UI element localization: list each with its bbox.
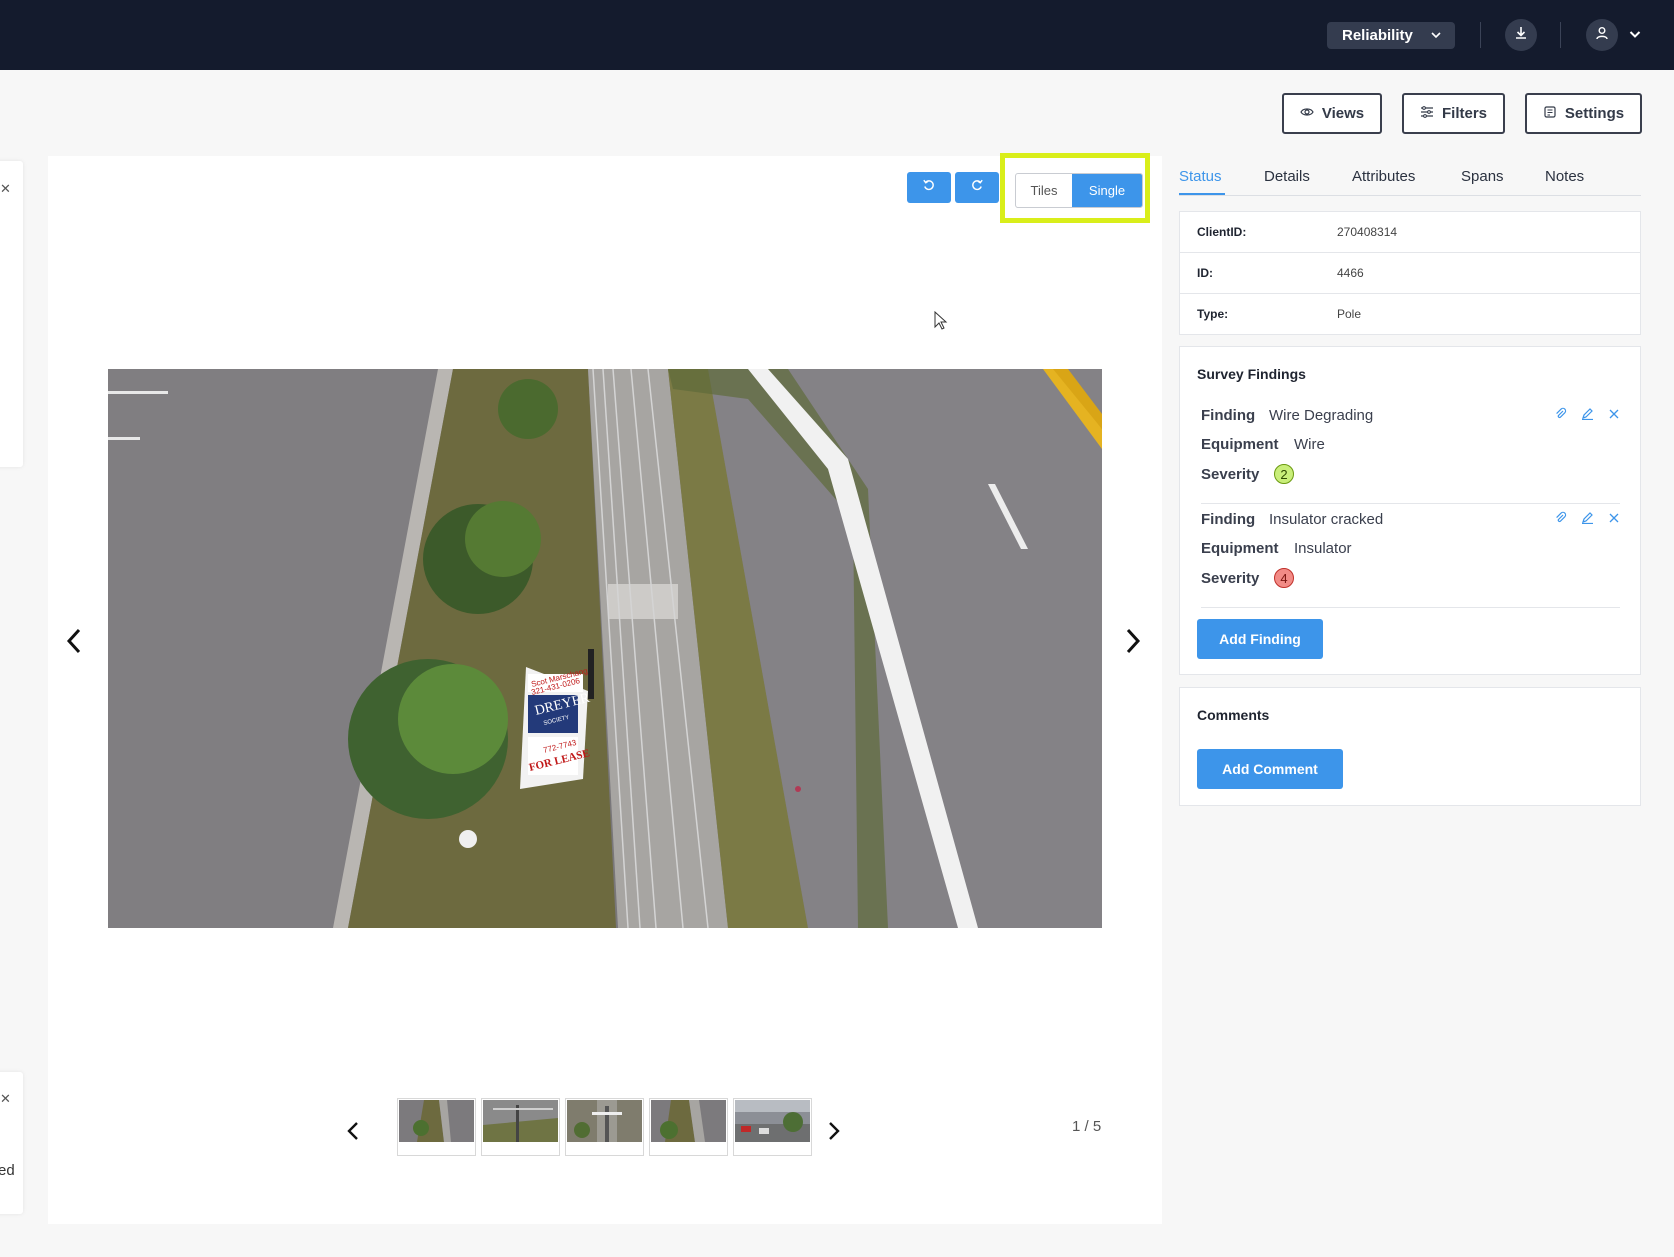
- rotate-left-button[interactable]: [907, 172, 951, 203]
- views-label: Views: [1321, 105, 1365, 122]
- thumbnail-next-arrow-icon[interactable]: [827, 1120, 841, 1147]
- rotate-right-icon: [970, 178, 984, 197]
- image-viewer: Tiles Single Scot Marschang 321-431-0206…: [48, 153, 1162, 1224]
- attachment-icon[interactable]: [1554, 407, 1567, 425]
- add-comment-button[interactable]: Add Comment: [1197, 749, 1343, 789]
- view-toggle-highlight: Tiles Single: [1000, 153, 1150, 223]
- delete-icon[interactable]: [1608, 511, 1620, 529]
- finding-item: Finding Insulator cracked Equipment Insu…: [1201, 511, 1620, 608]
- workspace-label: Reliability: [1342, 27, 1413, 44]
- close-icon[interactable]: ✕: [0, 1091, 11, 1107]
- finding-label: Finding: [1201, 407, 1256, 424]
- divider: [1560, 22, 1561, 48]
- severity-badge: 4: [1274, 568, 1294, 588]
- sliders-icon: [1420, 105, 1434, 123]
- info-row: ClientID: 270408314: [1180, 212, 1640, 253]
- severity-label: Severity: [1201, 466, 1260, 483]
- thumbnail[interactable]: [649, 1098, 728, 1156]
- edit-icon[interactable]: [1581, 511, 1594, 529]
- thumbnail[interactable]: [565, 1098, 644, 1156]
- equipment-value: Insulator: [1294, 540, 1352, 557]
- finding-line: Finding Insulator cracked: [1201, 511, 1383, 528]
- finding-item: Finding Wire Degrading Equipment Wire Se…: [1201, 407, 1620, 504]
- rotate-right-button[interactable]: [955, 172, 999, 203]
- image-counter: 1 / 5: [1072, 1118, 1102, 1135]
- severity-line: Severity 2: [1201, 464, 1294, 484]
- asset-info-table: ClientID: 270408314 ID: 4466 Type: Pole: [1179, 211, 1641, 335]
- tab-status[interactable]: Status: [1179, 168, 1222, 185]
- thumbnail-prev-arrow-icon[interactable]: [346, 1120, 360, 1147]
- tiles-toggle[interactable]: Tiles: [1016, 174, 1072, 207]
- chevron-down-icon[interactable]: [1627, 26, 1643, 47]
- top-navigation-bar: Reliability: [0, 0, 1674, 70]
- info-key: ID:: [1197, 266, 1213, 280]
- view-mode-toggle: Tiles Single: [1015, 173, 1143, 208]
- settings-icon: [1543, 105, 1557, 123]
- finding-actions: [1554, 407, 1620, 425]
- detail-tabs: Status Details Attributes Spans Notes: [1179, 165, 1641, 196]
- download-icon: [1513, 25, 1529, 46]
- severity-label: Severity: [1201, 570, 1260, 587]
- main-photo: Scot Marschang 321-431-0206 DREYER SOCIE…: [108, 369, 1102, 928]
- info-value: 4466: [1337, 266, 1364, 280]
- severity-line: Severity 4: [1201, 568, 1294, 588]
- severity-badge: 2: [1274, 464, 1294, 484]
- workspace-dropdown[interactable]: Reliability: [1327, 22, 1455, 49]
- views-button[interactable]: Views: [1282, 93, 1382, 134]
- left-panel-stub: ✕ ed: [0, 1072, 23, 1214]
- info-key: Type:: [1197, 307, 1229, 321]
- download-button[interactable]: [1505, 19, 1537, 51]
- add-finding-button[interactable]: Add Finding: [1197, 619, 1323, 659]
- finding-label: Finding: [1201, 511, 1256, 528]
- finding-value: Insulator cracked: [1269, 511, 1384, 528]
- settings-button[interactable]: Settings: [1525, 93, 1642, 134]
- equipment-label: Equipment: [1201, 436, 1279, 453]
- tab-notes[interactable]: Notes: [1545, 168, 1584, 185]
- comments-card: Comments Add Comment: [1179, 687, 1641, 806]
- user-icon: [1594, 25, 1610, 46]
- tab-spans[interactable]: Spans: [1461, 168, 1504, 185]
- tab-details[interactable]: Details: [1264, 168, 1310, 185]
- info-key: ClientID:: [1197, 225, 1247, 239]
- close-icon[interactable]: ✕: [0, 181, 11, 197]
- settings-label: Settings: [1564, 105, 1625, 122]
- left-panel-stub: ✕: [0, 161, 23, 467]
- mouse-cursor-icon: [934, 310, 948, 336]
- attachment-icon[interactable]: [1554, 511, 1567, 529]
- equipment-label: Equipment: [1201, 540, 1279, 557]
- edit-icon[interactable]: [1581, 407, 1594, 425]
- divider: [1480, 22, 1481, 48]
- equipment-line: Equipment Wire: [1201, 436, 1325, 453]
- info-row: ID: 4466: [1180, 253, 1640, 294]
- thumbnail[interactable]: [481, 1098, 560, 1156]
- info-value: 270408314: [1337, 225, 1398, 239]
- thumbnail-strip: [397, 1098, 812, 1156]
- stub-text: ed: [0, 1162, 15, 1179]
- survey-findings-title: Survey Findings: [1197, 366, 1306, 382]
- equipment-value: Wire: [1294, 436, 1325, 453]
- filters-label: Filters: [1441, 105, 1487, 122]
- eye-icon: [1300, 105, 1314, 123]
- thumbnail[interactable]: [733, 1098, 812, 1156]
- rotate-left-icon: [922, 178, 936, 197]
- chevron-down-icon: [1429, 28, 1443, 46]
- finding-value: Wire Degrading: [1269, 407, 1374, 424]
- next-image-arrow-icon[interactable]: [1123, 626, 1143, 661]
- delete-icon[interactable]: [1608, 407, 1620, 425]
- comments-title: Comments: [1197, 707, 1270, 723]
- thumbnail[interactable]: [397, 1098, 476, 1156]
- tab-attributes[interactable]: Attributes: [1352, 168, 1415, 185]
- active-tab-indicator: [1179, 193, 1225, 195]
- filters-button[interactable]: Filters: [1402, 93, 1505, 134]
- user-avatar-button[interactable]: [1586, 19, 1618, 51]
- survey-findings-card: Survey Findings Finding Wire Degrading E…: [1179, 346, 1641, 675]
- info-value: Pole: [1337, 307, 1362, 321]
- info-row: Type: Pole: [1180, 294, 1640, 334]
- finding-line: Finding Wire Degrading: [1201, 407, 1373, 424]
- previous-image-arrow-icon[interactable]: [64, 626, 84, 661]
- finding-actions: [1554, 511, 1620, 529]
- single-toggle[interactable]: Single: [1072, 174, 1142, 207]
- equipment-line: Equipment Insulator: [1201, 540, 1352, 557]
